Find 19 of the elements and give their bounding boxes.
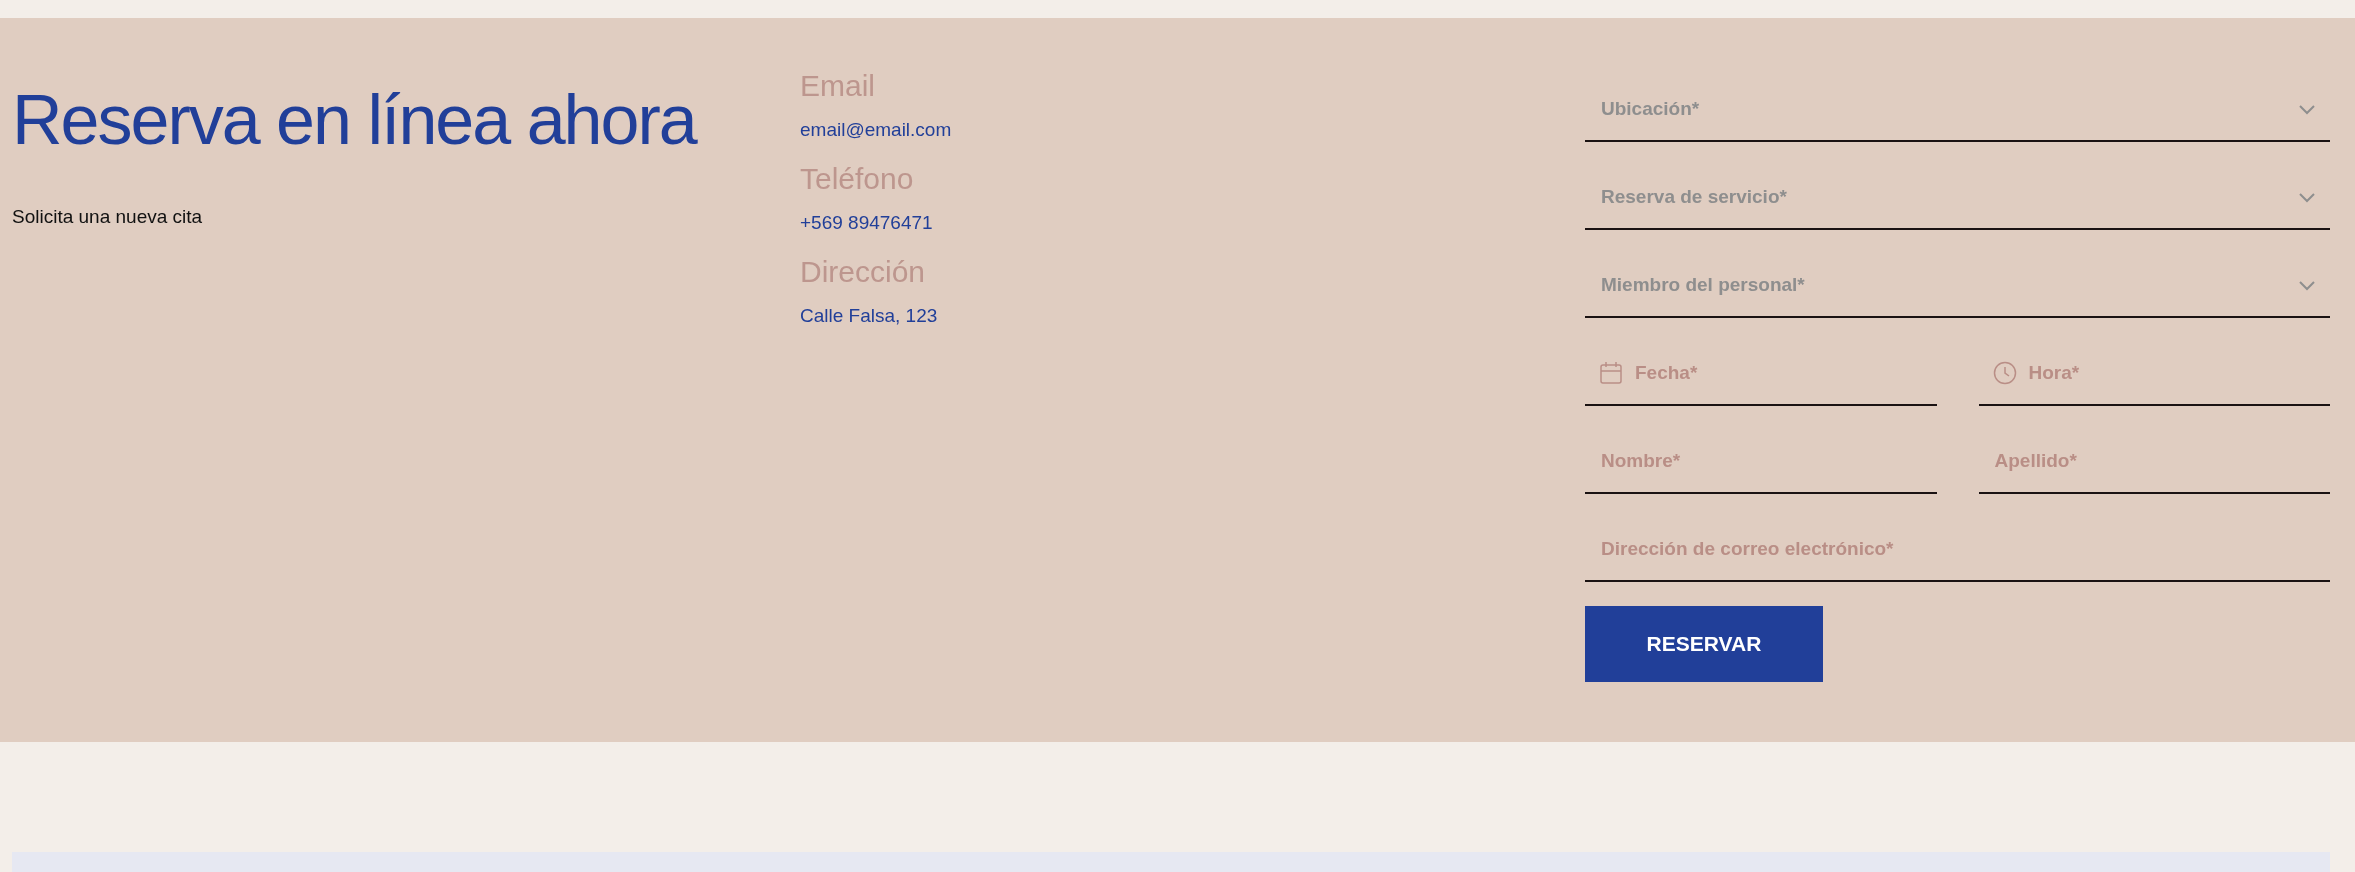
chevron-down-icon xyxy=(2298,103,2316,115)
input-field[interactable]: Apellido* xyxy=(1992,449,2316,473)
dropdown-field[interactable]: Ubicación* xyxy=(1599,97,2288,121)
dropdown-field[interactable]: Reserva de servicio* xyxy=(1599,185,2288,209)
dropdown-field[interactable]: Miembro del personal* xyxy=(1599,273,2288,297)
chevron-down-icon xyxy=(2298,279,2316,291)
contact-link[interactable]: email@email.com xyxy=(800,119,952,141)
time-field[interactable]: Hora* xyxy=(2026,361,2316,385)
contact-link[interactable]: Calle Falsa, 123 xyxy=(800,305,938,327)
date-field[interactable]: Fecha* xyxy=(1633,361,1923,385)
submit-button[interactable]: RESERVAR xyxy=(1585,606,1823,682)
heading: Reserva en línea ahora xyxy=(12,80,698,161)
contact-link[interactable]: +569 89476471 xyxy=(800,212,933,234)
input-field[interactable]: Dirección de correo electrónico* xyxy=(1599,537,2316,561)
clock-icon xyxy=(1992,361,2017,385)
chevron-down-icon xyxy=(2298,191,2316,203)
subtitle: Solicita una nueva cita xyxy=(12,206,204,228)
calendar-icon xyxy=(1599,361,1623,385)
input-field[interactable]: Nombre* xyxy=(1599,449,1923,473)
